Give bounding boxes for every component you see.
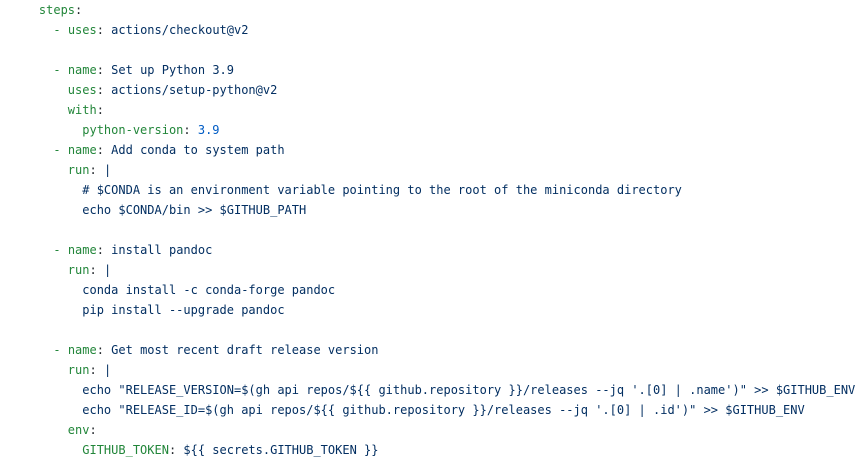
yaml-key: name: [67, 63, 97, 77]
yaml-key: run: [67, 263, 90, 277]
code-line: with:: [0, 100, 861, 120]
yaml-key: python-version: [82, 123, 184, 137]
yaml-separator: :: [89, 163, 104, 177]
yaml-value: |: [103, 363, 112, 377]
yaml-separator: :: [183, 123, 198, 137]
yaml-separator: :: [96, 83, 112, 97]
yaml-key: name: [67, 143, 97, 157]
list-dash: -: [53, 343, 68, 357]
yaml-key: run: [67, 363, 90, 377]
yaml-separator: :: [75, 3, 83, 17]
list-dash: -: [53, 23, 68, 37]
yaml-value: install pandoc: [111, 243, 213, 257]
code-line: echo "RELEASE_VERSION=$(gh api repos/${{…: [0, 380, 861, 400]
yaml-separator: :: [96, 143, 112, 157]
code-line: - name: install pandoc: [0, 240, 861, 260]
yaml-key: env: [67, 423, 90, 437]
yaml-key: name: [67, 343, 97, 357]
yaml-key: with: [67, 103, 97, 117]
yaml-key: GITHUB_TOKEN: [82, 443, 169, 457]
yaml-value: actions/setup-python@v2: [111, 83, 278, 97]
yaml-key: steps: [38, 3, 76, 17]
code-line: - name: Get most recent draft release ve…: [0, 340, 861, 360]
code-line: - uses: actions/checkout@v2: [0, 20, 861, 40]
yaml-value: Get most recent draft release version: [111, 343, 379, 357]
yaml-value: echo $CONDA/bin >> $GITHUB_PATH: [82, 203, 307, 217]
code-line: echo $CONDA/bin >> $GITHUB_PATH: [0, 200, 861, 220]
yaml-separator: :: [96, 103, 104, 117]
yaml-separator: :: [168, 443, 184, 457]
yaml-value: Add conda to system path: [111, 143, 285, 157]
yaml-separator: :: [89, 363, 104, 377]
yaml-separator: :: [96, 23, 112, 37]
list-dash: -: [53, 143, 68, 157]
yaml-value: echo "RELEASE_ID=$(gh api repos/${{ gith…: [82, 403, 805, 417]
yaml-key: uses: [67, 83, 97, 97]
code-line: conda install -c conda-forge pandoc: [0, 280, 861, 300]
yaml-value: Set up Python 3.9: [111, 63, 234, 77]
code-line: run: |: [0, 360, 861, 380]
yaml-separator: :: [96, 63, 112, 77]
code-comment: # $CONDA is an environment variable poin…: [82, 183, 682, 197]
code-line: uses: actions/setup-python@v2: [0, 80, 861, 100]
code-line: GITHUB_TOKEN: ${{ secrets.GITHUB_TOKEN }…: [0, 440, 861, 460]
yaml-separator: :: [89, 263, 104, 277]
yaml-value: ${{ secrets.GITHUB_TOKEN }}: [183, 443, 379, 457]
yaml-value: |: [103, 263, 112, 277]
yaml-key: uses: [67, 23, 97, 37]
yaml-key: name: [67, 243, 97, 257]
list-dash: -: [53, 63, 68, 77]
yaml-separator: :: [89, 423, 97, 437]
code-line: - name: Set up Python 3.9: [0, 60, 861, 80]
yaml-value: pip install --upgrade pandoc: [82, 303, 285, 317]
yaml-value: |: [103, 163, 112, 177]
yaml-separator: :: [96, 343, 112, 357]
code-line: run: |: [0, 160, 861, 180]
code-line: python-version: 3.9: [0, 120, 861, 140]
list-dash: -: [53, 243, 68, 257]
yaml-key: run: [67, 163, 90, 177]
code-line: # $CONDA is an environment variable poin…: [0, 180, 861, 200]
code-line: run: |: [0, 260, 861, 280]
yaml-value: conda install -c conda-forge pandoc: [82, 283, 336, 297]
code-line: env:: [0, 420, 861, 440]
yaml-value: 3.9: [197, 123, 220, 137]
code-line: pip install --upgrade pandoc: [0, 300, 861, 320]
code-viewer: steps: - uses: actions/checkout@v2 - nam…: [0, 0, 861, 460]
code-line: steps:: [0, 0, 861, 20]
code-line: echo "RELEASE_ID=$(gh api repos/${{ gith…: [0, 400, 861, 420]
yaml-value: actions/checkout@v2: [111, 23, 249, 37]
yaml-separator: :: [96, 243, 112, 257]
code-line: - name: Add conda to system path: [0, 140, 861, 160]
yaml-value: echo "RELEASE_VERSION=$(gh api repos/${{…: [82, 383, 856, 397]
